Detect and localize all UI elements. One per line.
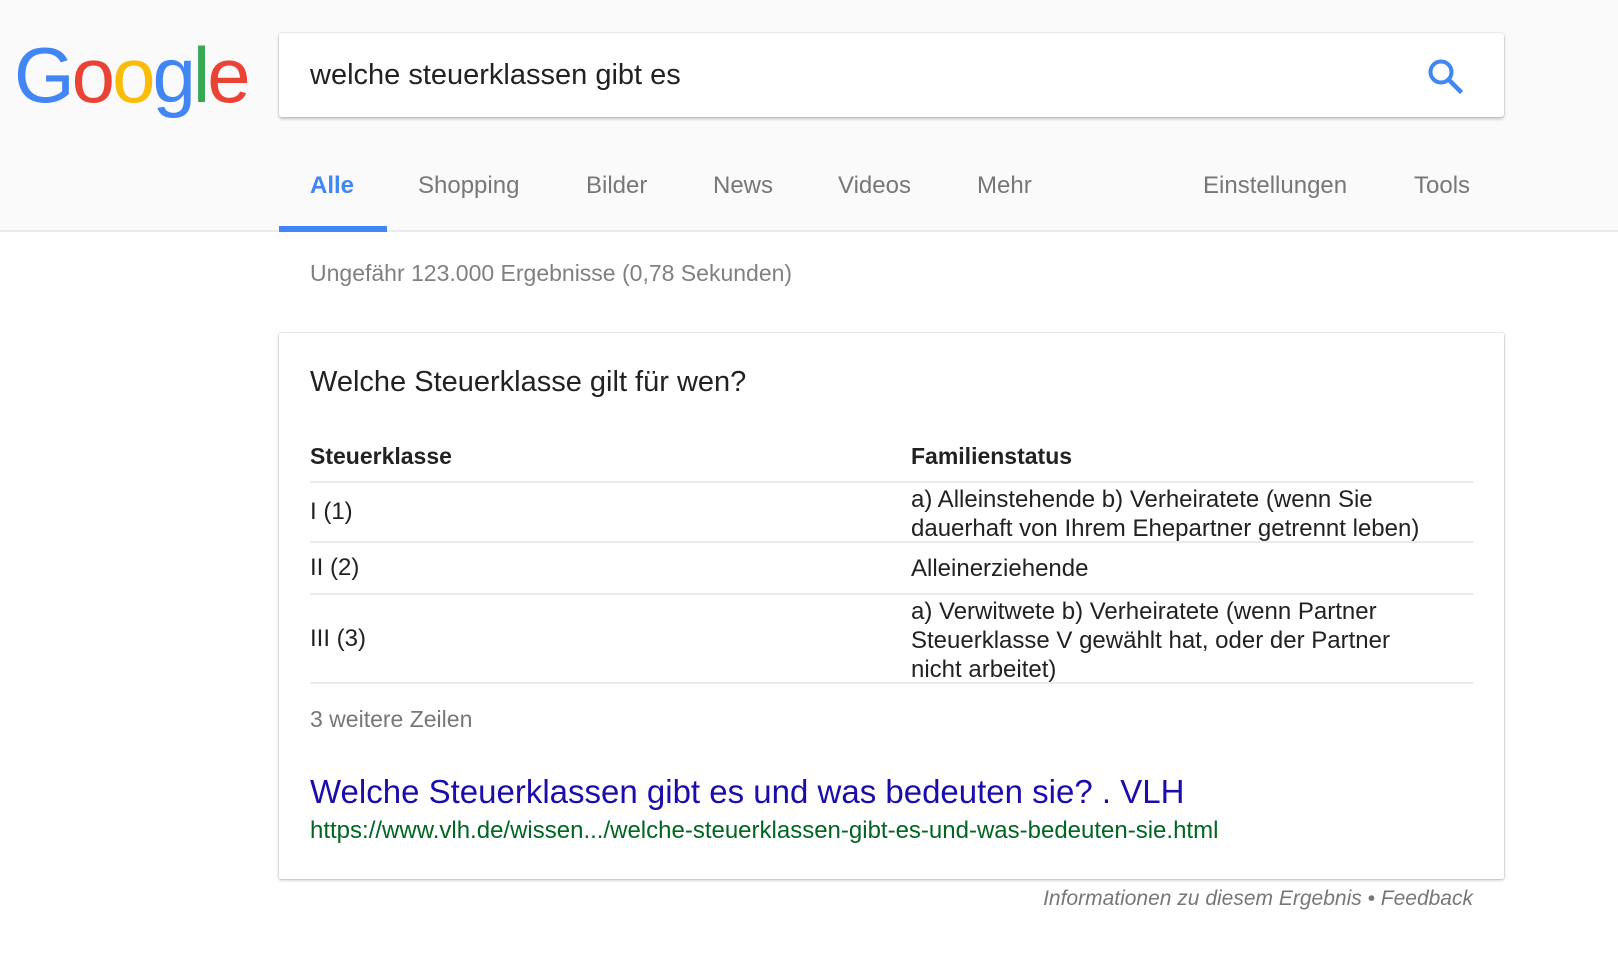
- snippet-table: Steuerklasse Familienstatus I (1) a) All…: [310, 443, 1473, 684]
- logo-letter: g: [152, 31, 195, 119]
- result-stats: Ungefähr 123.000 Ergebnisse (0,78 Sekund…: [310, 260, 793, 286]
- table-row: III (3) a) Verwitwete b) Verheiratete (w…: [310, 595, 1473, 684]
- tab-einstellungen[interactable]: Einstellungen: [1203, 170, 1347, 230]
- tab-videos[interactable]: Videos: [838, 170, 911, 230]
- table-cell: I (1): [310, 498, 353, 525]
- table-cell: II (2): [310, 554, 360, 581]
- snippet-title: Welche Steuerklasse gilt für wen?: [310, 366, 747, 398]
- tab-shopping[interactable]: Shopping: [418, 170, 519, 230]
- tab-alle[interactable]: Alle: [310, 170, 354, 230]
- header: Google Alle Shopping Bilder News Videos …: [0, 0, 1618, 232]
- table-cell: Alleinerziehende: [911, 555, 1089, 582]
- column-header: Steuerklasse: [310, 443, 452, 469]
- result-url: https://www.vlh.de/wissen.../welche-steu…: [310, 817, 1219, 844]
- google-logo[interactable]: Google: [14, 30, 251, 120]
- logo-letter: G: [14, 31, 75, 119]
- feedback-link[interactable]: Feedback: [1381, 887, 1473, 910]
- search-input[interactable]: [310, 33, 1410, 117]
- table-cell: III (3): [310, 624, 367, 652]
- table-header: Steuerklasse Familienstatus: [310, 443, 1473, 483]
- logo-letter: e: [207, 31, 250, 119]
- featured-snippet-card: Welche Steuerklasse gilt für wen? Steuer…: [279, 333, 1504, 879]
- tab-news[interactable]: News: [713, 170, 773, 230]
- logo-letter: o: [112, 31, 155, 119]
- table-cell: a) Alleinstehende b) Verheiratete (wenn …: [911, 486, 1420, 542]
- logo-letter: l: [192, 31, 210, 119]
- result-title-link[interactable]: Welche Steuerklassen gibt es und was bed…: [310, 773, 1184, 811]
- table-cell: a) Verwitwete b) Verheiratete (wenn Part…: [911, 598, 1390, 683]
- column-header: Familienstatus: [911, 443, 1073, 469]
- logo-letter: o: [71, 31, 115, 119]
- search-icon[interactable]: [1426, 57, 1464, 95]
- about-result-link[interactable]: Informationen zu diesem Ergebnis: [1043, 887, 1362, 910]
- search-tabs: Alle Shopping Bilder News Videos Mehr Ei…: [279, 160, 1529, 232]
- search-box: [279, 33, 1504, 117]
- tab-mehr[interactable]: Mehr: [977, 170, 1032, 230]
- table-row: I (1) a) Alleinstehende b) Verheiratete …: [310, 483, 1473, 543]
- tab-tools[interactable]: Tools: [1414, 170, 1470, 230]
- active-tab-indicator: [279, 226, 387, 232]
- separator: •: [1361, 887, 1381, 910]
- tab-bilder[interactable]: Bilder: [586, 170, 647, 230]
- more-rows-link[interactable]: 3 weitere Zeilen: [310, 706, 472, 733]
- snippet-footer: Informationen zu diesem Ergebnis • Feedb…: [1043, 887, 1473, 911]
- table-row: II (2) Alleinerziehende: [310, 543, 1473, 595]
